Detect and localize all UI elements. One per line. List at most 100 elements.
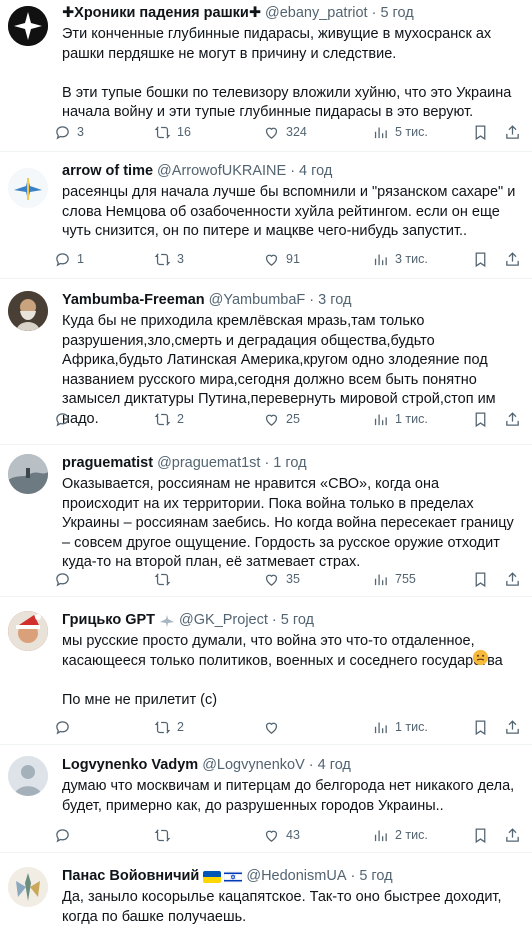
- retweet-button[interactable]: 3: [154, 249, 184, 269]
- tweet-text: Эти конченные глубинные пидарасы, живущи…: [62, 26, 512, 120]
- tweet-text: расеянцы для начала лучше бы вспомнили и…: [62, 184, 520, 239]
- bookmark-button[interactable]: [472, 569, 489, 589]
- timestamp[interactable]: 1 год: [273, 454, 306, 473]
- like-button[interactable]: 91: [263, 249, 300, 269]
- display-name[interactable]: Yambumba-Freeman: [62, 291, 205, 310]
- avatar[interactable]: [8, 611, 48, 651]
- views-button[interactable]: 1 тис.: [372, 409, 428, 429]
- display-name[interactable]: arrow of time: [62, 162, 153, 181]
- tweet[interactable]: Logvynenko Vadym @LogvynenkoV · 4 год ду…: [0, 745, 532, 853]
- tweet-text: думаю что москвичам и питерцам до белгор…: [62, 778, 519, 814]
- share-button[interactable]: [504, 569, 521, 589]
- action-bar: 1 3 91 3 тис.: [54, 249, 521, 269]
- share-icon: [506, 827, 519, 842]
- user-handle[interactable]: @YambumbaF: [209, 291, 306, 310]
- display-name[interactable]: Грицько GPT: [62, 611, 155, 630]
- reply-button[interactable]: [54, 569, 77, 589]
- reply-button[interactable]: [54, 825, 77, 845]
- share-button[interactable]: [504, 717, 521, 737]
- retweet-count: 3: [177, 252, 184, 266]
- share-button[interactable]: [504, 122, 521, 142]
- action-bar: 3 16 324 5 тис.: [54, 122, 521, 142]
- tweet-feed: ✚Хроники падения рашки✚ @ebany_patriot ·…: [0, 0, 532, 925]
- retweet-icon: [154, 252, 171, 266]
- user-handle[interactable]: @praguemat1st: [157, 454, 260, 473]
- views-button[interactable]: 3 тис.: [372, 249, 428, 269]
- retweet-button[interactable]: 16: [154, 122, 191, 142]
- tweet-text: Да, заныло косорылье кацапятское. Так-то…: [62, 889, 506, 925]
- reply-button[interactable]: 1: [54, 249, 84, 269]
- bookmark-button[interactable]: [472, 717, 489, 737]
- share-icon: [506, 124, 519, 139]
- reply-button[interactable]: 3: [54, 122, 84, 142]
- views-count: 5 тис.: [395, 125, 428, 139]
- views-button[interactable]: 2 тис.: [372, 825, 428, 845]
- tweet[interactable]: ✚Хроники падения рашки✚ @ebany_patriot ·…: [0, 0, 532, 152]
- avatar[interactable]: [8, 6, 48, 46]
- bookmark-icon: [475, 251, 486, 267]
- retweet-count: 2: [177, 412, 184, 426]
- user-handle[interactable]: @ArrowofUKRAINE: [157, 162, 286, 181]
- tweet[interactable]: arrow of time @ArrowofUKRAINE · 4 год ра…: [0, 152, 532, 279]
- display-name[interactable]: Logvynenko Vadym: [62, 756, 198, 775]
- views-icon: [374, 414, 387, 425]
- views-icon: [374, 830, 387, 841]
- display-name[interactable]: praguematist: [62, 454, 153, 473]
- share-icon: [506, 571, 519, 586]
- like-button[interactable]: 25: [263, 409, 300, 429]
- tweet[interactable]: Грицько GPT @GK_Project · 5 год мы русск…: [0, 597, 532, 745]
- timestamp[interactable]: 4 год: [318, 756, 351, 775]
- share-button[interactable]: [504, 409, 521, 429]
- user-handle[interactable]: @GK_Project: [179, 611, 268, 630]
- tweet[interactable]: praguematist @praguemat1st · 1 год Оказы…: [0, 445, 532, 597]
- views-button[interactable]: 1 тис.: [372, 717, 428, 737]
- tweet-header: arrow of time @ArrowofUKRAINE · 4 год: [62, 162, 518, 181]
- bookmark-button[interactable]: [472, 122, 489, 142]
- display-name[interactable]: ✚Хроники падения рашки✚: [62, 4, 261, 23]
- avatar[interactable]: [8, 867, 48, 907]
- user-handle[interactable]: @LogvynenkoV: [202, 756, 305, 775]
- separator: ·: [371, 5, 377, 21]
- timestamp[interactable]: 5 год: [380, 4, 413, 23]
- timestamp[interactable]: 5 год: [281, 611, 314, 630]
- like-count: 324: [286, 125, 307, 139]
- timestamp[interactable]: 3 год: [318, 291, 351, 310]
- israel-flag-icon: [224, 870, 243, 883]
- retweet-button[interactable]: [154, 569, 177, 589]
- like-button[interactable]: 43: [263, 825, 300, 845]
- like-button[interactable]: [263, 717, 286, 737]
- avatar[interactable]: [8, 168, 48, 208]
- name-flags: [203, 870, 243, 883]
- reply-button[interactable]: [54, 717, 77, 737]
- timestamp[interactable]: 4 год: [299, 162, 332, 181]
- views-button[interactable]: 5 тис.: [372, 122, 428, 142]
- like-button[interactable]: 324: [263, 122, 307, 142]
- reply-button[interactable]: [54, 409, 77, 429]
- bookmark-button[interactable]: [472, 249, 489, 269]
- views-count: 1 тис.: [395, 412, 428, 426]
- like-button[interactable]: 35: [263, 569, 300, 589]
- retweet-button[interactable]: [154, 825, 177, 845]
- action-bar: 43 2 тис.: [54, 825, 521, 845]
- user-handle[interactable]: @ebany_patriot: [265, 4, 368, 23]
- tweet[interactable]: Панас Войовничий @HedonismUA · 5 год Да,…: [0, 853, 532, 925]
- bookmark-button[interactable]: [472, 825, 489, 845]
- retweet-button[interactable]: 2: [154, 717, 184, 737]
- retweet-button[interactable]: 2: [154, 409, 184, 429]
- avatar[interactable]: [8, 454, 48, 494]
- tweet-header: Yambumba-Freeman @YambumbaF · 3 год: [62, 291, 518, 310]
- action-bar: 35 755: [54, 569, 521, 589]
- bookmark-button[interactable]: [472, 409, 489, 429]
- like-icon: [265, 254, 278, 266]
- avatar[interactable]: [8, 291, 48, 331]
- reply-count: 3: [77, 125, 84, 139]
- avatar[interactable]: [8, 756, 48, 796]
- views-button[interactable]: 755: [372, 569, 416, 589]
- tweet[interactable]: Yambumba-Freeman @YambumbaF · 3 год Куда…: [0, 279, 532, 445]
- share-button[interactable]: [504, 249, 521, 269]
- views-count: 2 тис.: [395, 828, 428, 842]
- display-name[interactable]: Панас Войовничий: [62, 867, 199, 886]
- user-handle[interactable]: @HedonismUA: [246, 867, 346, 886]
- share-button[interactable]: [504, 825, 521, 845]
- timestamp[interactable]: 5 год: [359, 867, 392, 886]
